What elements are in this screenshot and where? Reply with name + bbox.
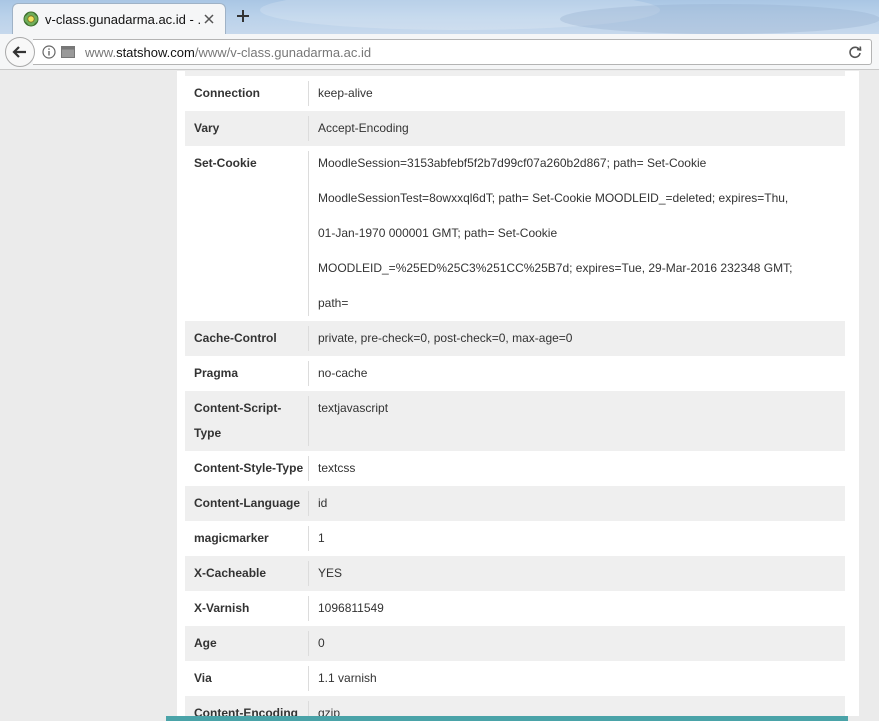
reload-icon[interactable] — [843, 40, 867, 64]
header-value-line: textjavascript — [318, 401, 389, 415]
table-row: Content-Language id — [185, 486, 845, 521]
new-tab-button[interactable] — [233, 6, 253, 26]
header-key: Content-Language — [185, 491, 309, 516]
content-panel: Connection keep-alive Vary Accept-Encoding S… — [177, 71, 859, 721]
header-value-line: path= — [318, 296, 349, 310]
header-key: Age — [185, 631, 309, 656]
header-value-line: MoodleSession=3153abfebf5f2b7d99cf07a260… — [318, 156, 707, 170]
header-value: MoodleSession=3153abfebf5f2b7d99cf07a260… — [309, 146, 845, 321]
header-value-line: id — [318, 496, 328, 510]
tab-title: v-class.gunadarma.ac.id - ... — [45, 11, 201, 27]
header-value: 1096811549 — [309, 591, 845, 626]
table-row: magicmarker 1 — [185, 521, 845, 556]
header-value-line: 0 — [318, 636, 325, 650]
browser-titlebar: v-class.gunadarma.ac.id - ... — [0, 0, 879, 34]
header-value: no-cache — [309, 356, 845, 391]
header-key: Via — [185, 666, 309, 691]
url-path: /www/v-class.gunadarma.ac.id — [194, 44, 372, 60]
table-row: Connection keep-alive — [185, 76, 845, 111]
header-value: keep-alive — [309, 76, 845, 111]
back-arrow-icon — [12, 46, 26, 58]
table-row: Content-Style-Type textcss — [185, 451, 845, 486]
address-bar[interactable]: www.statshow.com/www/v-class.gunadarma.a… — [33, 39, 872, 65]
browser-navbar: www.statshow.com/www/v-class.gunadarma.a… — [0, 34, 879, 70]
header-value: 1.1 varnish — [309, 661, 845, 696]
header-key: Set-Cookie — [185, 151, 309, 316]
header-value-line: textcss — [318, 461, 356, 475]
header-value: private, pre-check=0, post-check=0, max-… — [309, 321, 845, 356]
close-tab-icon[interactable] — [201, 11, 217, 27]
header-key: Connection — [185, 81, 309, 106]
footer-bar — [166, 716, 848, 721]
table-row: Content-Script-Type textjavascript — [185, 391, 845, 451]
url-host: statshow.com — [116, 44, 195, 60]
header-key: Content-Script-Type — [185, 396, 309, 446]
page-viewport[interactable]: Connection keep-alive Vary Accept-Encoding S… — [0, 71, 879, 721]
header-value: 0 — [309, 626, 845, 661]
url-text[interactable]: www.statshow.com/www/v-class.gunadarma.a… — [85, 45, 843, 60]
url-prefix: www. — [85, 44, 117, 60]
header-value-line: 1.1 varnish — [318, 671, 377, 685]
page-icon[interactable] — [61, 46, 75, 58]
table-row: Pragma no-cache — [185, 356, 845, 391]
header-value: textcss — [309, 451, 845, 486]
header-value: YES — [309, 556, 845, 591]
header-value-line: YES — [318, 566, 343, 580]
info-icon[interactable] — [41, 44, 57, 60]
header-value: textjavascript — [309, 391, 845, 451]
table-row: Set-Cookie MoodleSession=3153abfebf5f2b7d… — [185, 146, 845, 321]
header-key: X-Varnish — [185, 596, 309, 621]
header-key: Pragma — [185, 361, 309, 386]
header-value-line: no-cache — [318, 366, 368, 380]
http-headers-table: Connection keep-alive Vary Accept-Encoding S… — [185, 76, 845, 721]
table-row: Age 0 — [185, 626, 845, 661]
table-row: X-Varnish 1096811549 — [185, 591, 845, 626]
header-key: magicmarker — [185, 526, 309, 551]
header-key: Vary — [185, 116, 309, 141]
header-key: X-Cacheable — [185, 561, 309, 586]
header-value: Accept-Encoding — [309, 111, 845, 146]
table-row: Vary Accept-Encoding — [185, 111, 845, 146]
header-value: id — [309, 486, 845, 521]
header-key: Content-Style-Type — [185, 456, 309, 481]
header-value-line: private, pre-check=0, post-check=0, max-… — [318, 331, 573, 345]
header-value-line: MoodleSessionTest=8owxxql6dT; path= Set-… — [318, 191, 789, 205]
table-row: Cache-Control private, pre-check=0, post-… — [185, 321, 845, 356]
browser-tab[interactable]: v-class.gunadarma.ac.id - ... — [12, 3, 226, 34]
header-value-line: 1 — [318, 531, 325, 545]
header-value-line: 1096811549 — [318, 601, 384, 615]
titlebar-decoration — [560, 4, 879, 34]
header-value: 1 — [309, 521, 845, 556]
header-value-line: keep-alive — [318, 86, 373, 100]
table-row: Via 1.1 varnish — [185, 661, 845, 696]
site-favicon-icon — [23, 11, 39, 27]
header-key: Cache-Control — [185, 326, 309, 351]
table-row: X-Cacheable YES — [185, 556, 845, 591]
header-value-line: Accept-Encoding — [318, 121, 409, 135]
header-value-line: MOODLEID_=%25ED%25C3%251CC%25B7d; expire… — [318, 261, 793, 275]
header-value-line: 01-Jan-1970 000001 GMT; path= Set-Cookie — [318, 226, 558, 240]
back-button[interactable] — [5, 37, 35, 67]
